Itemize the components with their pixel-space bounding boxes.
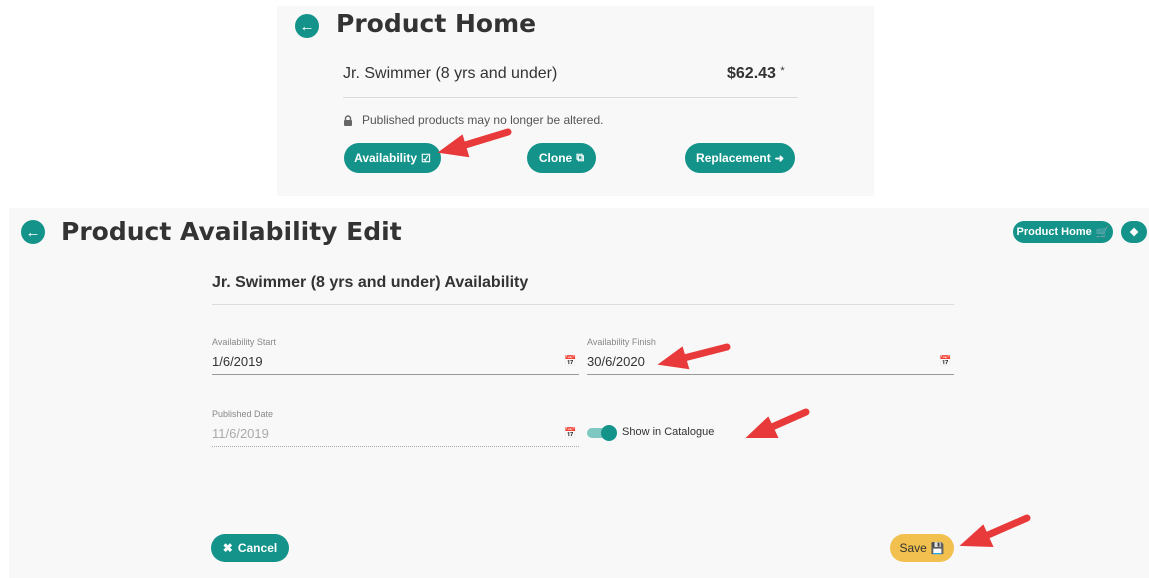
annotation-arrowhead bbox=[657, 346, 690, 370]
annotation-arrowhead bbox=[959, 524, 994, 548]
annotation-layer bbox=[437, 128, 1031, 548]
annotation-arrow bbox=[768, 408, 810, 431]
annotation-arrow bbox=[984, 514, 1031, 539]
annotation-arrowhead bbox=[437, 134, 470, 158]
annotation-arrow bbox=[680, 343, 731, 362]
annotation-arrowhead bbox=[745, 416, 779, 438]
annotation-arrow bbox=[458, 128, 512, 150]
